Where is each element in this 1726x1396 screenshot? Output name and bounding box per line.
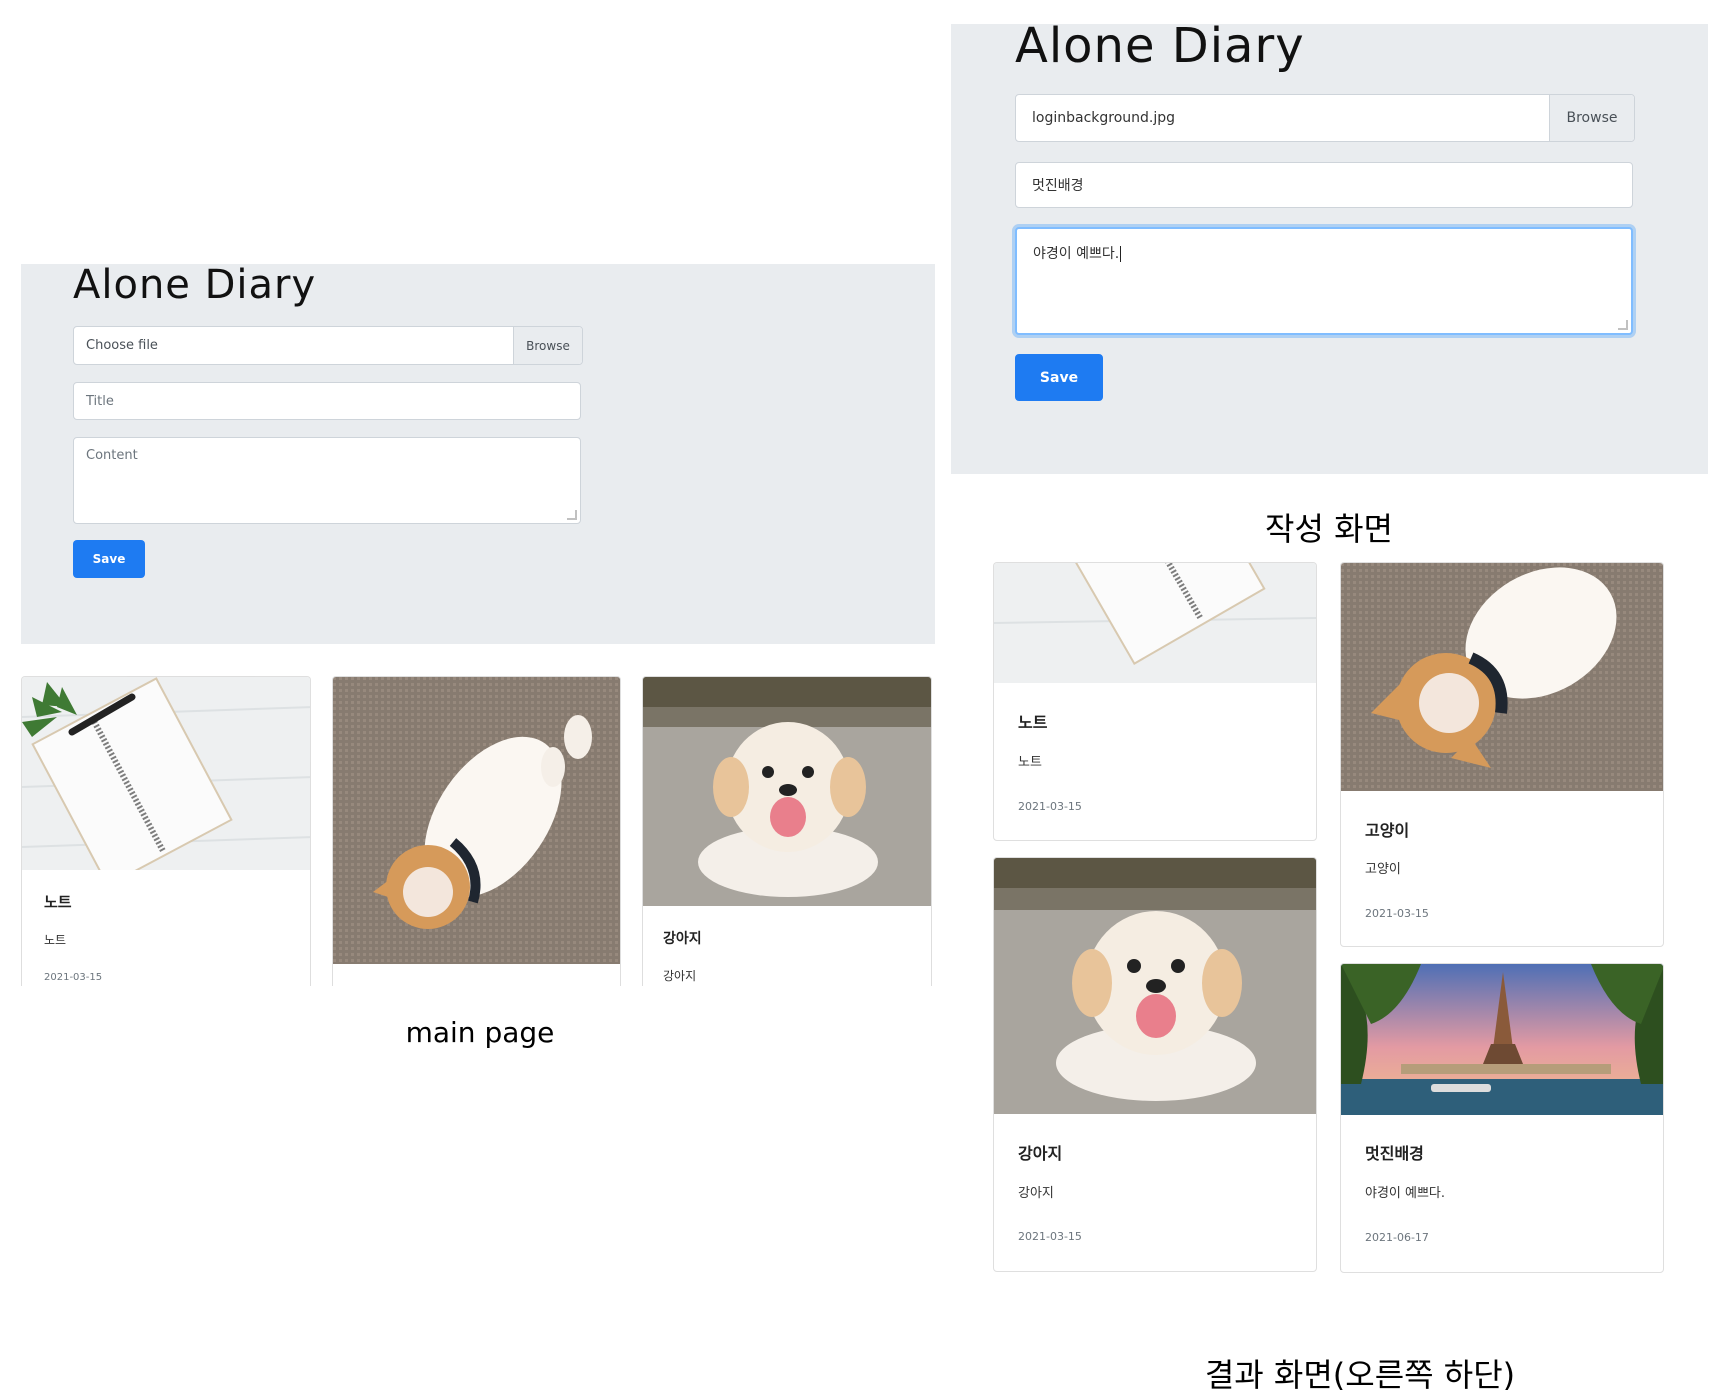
card-title: 노트 [1018,713,1048,732]
card-text: 고양이 [1365,862,1401,877]
card-title: 강아지 [663,931,702,947]
resize-grip-icon[interactable] [567,510,577,520]
text-caret [1120,246,1122,262]
write-screen-brand: Alone Diary [1015,18,1305,74]
eiffel-tower-image [1341,964,1663,1115]
card-title: 멋진배경 [1365,1144,1424,1163]
card-date: 2021-03-15 [1018,1230,1082,1243]
result-card-eiffel[interactable]: 멋진배경 야경이 예쁘다. 2021-06-17 [1340,963,1664,1273]
main-page-title-input[interactable]: Title [73,382,581,420]
card-text: 노트 [1018,755,1042,770]
browse-button[interactable]: Browse [513,327,582,364]
card-date: 2021-03-15 [44,972,103,983]
card-text: 야경이 예쁘다. [1365,1186,1446,1201]
cat-image [1341,563,1663,791]
card-title: 강아지 [1018,1144,1063,1163]
content-placeholder: Content [86,448,138,463]
card-text: 강아지 [663,969,697,983]
cat-image [333,677,620,964]
result-card-notebook[interactable]: 노트 노트 2021-03-15 [993,562,1317,841]
main-page-brand: Alone Diary [73,262,317,308]
main-page-file-input[interactable]: Choose file Browse [73,326,583,365]
card-date: 2021-03-15 [1365,907,1429,920]
browse-button[interactable]: Browse [1549,95,1634,141]
result-card-puppy[interactable]: 강아지 강아지 2021-03-15 [993,857,1317,1272]
card-title: 노트 [44,893,72,911]
result-card-cat[interactable]: 고양이 고양이 2021-03-15 [1340,562,1664,947]
result-screen-caption: 결과 화면(오른쪽 하단) [1204,1356,1516,1394]
puppy-image [643,677,931,906]
card-text: 노트 [44,933,67,947]
card-date: 2021-06-17 [1365,1231,1429,1244]
main-page-caption: main page [405,1016,555,1049]
write-screen-file-input[interactable]: loginbackground.jpg Browse [1015,94,1635,142]
write-screen-save-button[interactable]: Save [1015,354,1103,401]
main-page-save-button[interactable]: Save [73,540,145,578]
content-value: 야경이 예쁘다. [1033,246,1120,262]
write-screen-content-textarea[interactable]: 야경이 예쁘다. [1015,227,1633,335]
notebook-image [22,677,310,870]
resize-grip-icon[interactable] [1618,320,1628,330]
file-input-value: loginbackground.jpg [1032,110,1176,126]
write-screen-title-input[interactable]: 멋진배경 [1015,162,1633,208]
write-screen-caption: 작성 화면 [1265,510,1393,548]
puppy-image [994,858,1316,1114]
card-title: 고양이 [1365,821,1410,840]
card-date: 2021-03-15 [1018,800,1082,813]
main-page-content-textarea[interactable]: Content [73,437,581,524]
main-card-notebook[interactable]: 노트 노트 2021-03-15 [21,676,311,986]
card-text: 강아지 [1018,1186,1054,1201]
main-card-cat[interactable] [332,676,621,986]
main-card-puppy[interactable]: 강아지 강아지 [642,676,932,986]
file-input-placeholder: Choose file [86,338,158,353]
notebook-image [994,563,1316,683]
